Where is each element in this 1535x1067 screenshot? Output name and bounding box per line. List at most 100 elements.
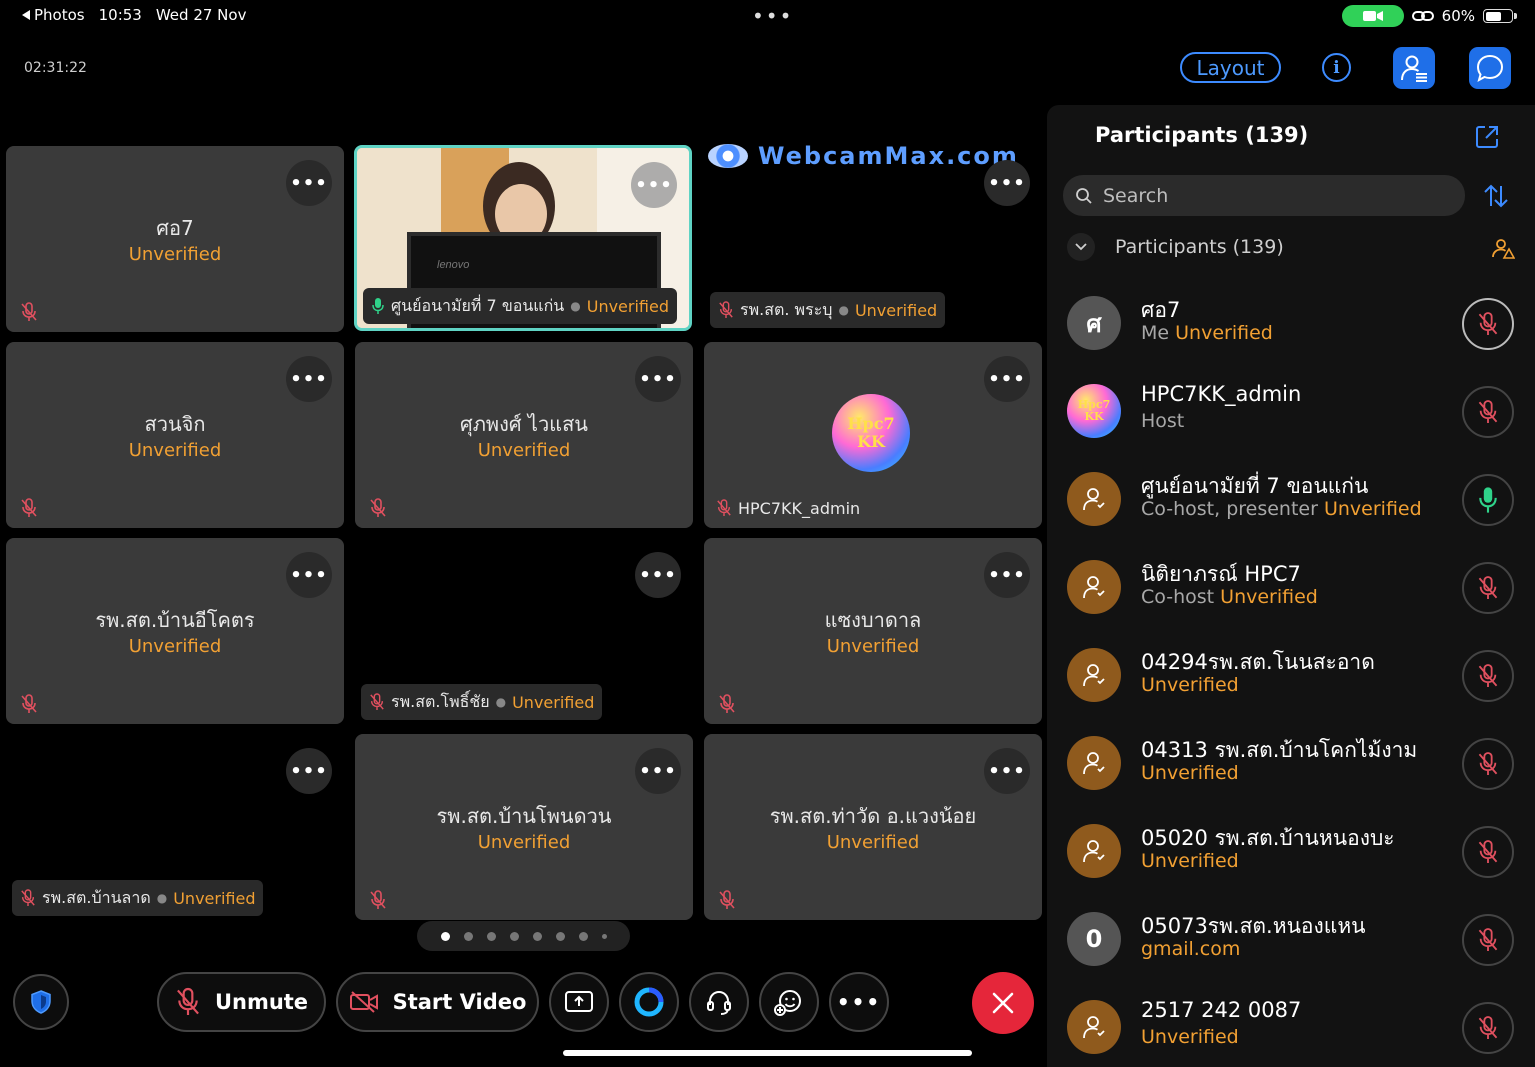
more-icon[interactable]: ••• — [984, 160, 1030, 206]
more-icon[interactable]: ••• — [635, 356, 681, 402]
end-call-icon — [992, 992, 1014, 1014]
share-icon — [565, 991, 593, 1012]
chat-button[interactable] — [1469, 47, 1511, 89]
more-icon[interactable]: ••• — [635, 748, 681, 794]
layout-button[interactable]: Layout — [1180, 52, 1281, 83]
participant-row[interactable]: 2517 242 0087 Unverified — [1047, 984, 1535, 1067]
multitasking-dots[interactable]: ••• — [752, 4, 793, 28]
more-icon[interactable]: ••• — [984, 552, 1030, 598]
page-dot[interactable] — [440, 931, 450, 941]
security-button[interactable] — [13, 974, 69, 1030]
participant-row[interactable]: นิติยาภรณ์ HPC7 Co-host Unverified — [1047, 544, 1535, 632]
participant-row[interactable]: 04294รพ.สต.โนนสะอาด Unverified — [1047, 632, 1535, 720]
tile-status: Unverified — [512, 692, 595, 712]
unmute-button[interactable]: Unmute — [157, 972, 326, 1032]
participant-row[interactable]: 05020 รพ.สต.บ้านหนองบะ Unverified — [1047, 808, 1535, 896]
page-dot[interactable] — [578, 931, 588, 941]
mute-toggle[interactable] — [1462, 650, 1514, 702]
participant-row[interactable]: 04313 รพ.สต.บ้านโคกไม้งาม Unverified — [1047, 720, 1535, 808]
video-tile[interactable]: แซงบาดาล Unverified ••• — [704, 538, 1042, 724]
page-dot[interactable] — [532, 931, 542, 941]
back-to-photos[interactable]: Photos — [22, 6, 85, 24]
unmute-label: Unmute — [214, 990, 309, 1014]
mute-toggle[interactable] — [1462, 738, 1514, 790]
home-indicator[interactable] — [563, 1050, 972, 1056]
mute-toggle[interactable] — [1462, 298, 1514, 350]
participant-name: HPC7KK_admin — [1141, 382, 1302, 406]
popout-icon[interactable] — [1473, 123, 1501, 151]
tile-name: HPC7KK_admin — [738, 498, 861, 518]
page-dot[interactable] — [463, 931, 473, 941]
video-tile[interactable]: รพ.สต.ท่าวัด อ.แวงน้อย Unverified ••• — [704, 734, 1042, 920]
video-off-icon — [349, 991, 378, 1013]
battery-percent: 60% — [1441, 7, 1475, 25]
page-indicator[interactable] — [417, 921, 630, 951]
more-icon[interactable]: ••• — [631, 162, 677, 208]
chat-icon — [1476, 54, 1504, 83]
video-tile[interactable]: ••• รพ.สต.โพธิ์ชัย ● Unverified — [355, 538, 693, 724]
participant-role: Unverified — [1141, 1026, 1239, 1048]
mic-off-icon — [21, 889, 35, 906]
page-dot[interactable] — [601, 933, 607, 939]
participant-row[interactable]: Hpc7 KK HPC7KK_admin Host — [1047, 368, 1535, 456]
video-tile[interactable]: Hpc7 KK ••• HPC7KK_admin — [704, 342, 1042, 528]
video-tile[interactable]: รพ.สต.บ้านโพนดวน Unverified ••• — [355, 734, 693, 920]
audio-button[interactable] — [689, 972, 749, 1032]
page-dot[interactable] — [509, 931, 519, 941]
page-dot[interactable] — [555, 931, 565, 941]
page-dot[interactable] — [486, 931, 496, 941]
mute-toggle[interactable] — [1462, 914, 1514, 966]
more-icon[interactable]: ••• — [286, 748, 332, 794]
sort-icon[interactable] — [1481, 181, 1511, 211]
info-icon[interactable]: i — [1322, 53, 1351, 82]
tile-status: Unverified — [128, 440, 222, 461]
video-tile[interactable]: ศุภพงศ์ ไวแสน Unverified ••• — [355, 342, 693, 528]
more-icon[interactable]: ••• — [984, 356, 1030, 402]
tile-status: Unverified — [477, 440, 571, 461]
share-button[interactable] — [549, 972, 609, 1032]
mic-off-icon — [1478, 664, 1498, 687]
tile-name-chip: รพ.สต.บ้านลาด ● Unverified — [12, 880, 264, 916]
mute-toggle[interactable] — [1462, 1002, 1514, 1054]
separator-dot: ● — [570, 299, 581, 313]
person-warning-icon[interactable] — [1491, 236, 1515, 260]
video-tile[interactable]: รพ.สต.บ้านอีโคตร Unverified ••• — [6, 538, 344, 724]
more-icon[interactable]: ••• — [286, 356, 332, 402]
more-icon[interactable]: ••• — [635, 552, 681, 598]
start-video-button[interactable]: Start Video — [336, 972, 539, 1032]
participant-row[interactable]: ศูนย์อนามัยที่ 7 ขอนแก่น Co-host, presen… — [1047, 456, 1535, 544]
mute-toggle[interactable] — [1462, 386, 1514, 438]
verification-status: Unverified — [1141, 762, 1239, 784]
participant-role: Me Unverified — [1141, 322, 1273, 344]
tile-name-chip: รพ.สต.โพธิ์ชัย ● Unverified — [361, 684, 603, 720]
webcammax-logo-icon — [708, 144, 748, 168]
participant-row[interactable]: 0 05073รพ.สต.หนองแหน gmail.com — [1047, 896, 1535, 984]
more-options-button[interactable]: ••• — [829, 972, 889, 1032]
more-icon[interactable]: ••• — [286, 552, 332, 598]
participants-button[interactable] — [1393, 47, 1435, 89]
ai-assistant-button[interactable] — [619, 972, 679, 1032]
video-tile[interactable]: สวนจิก Unverified ••• — [6, 342, 344, 528]
participant-row[interactable]: ศ ศอ7 Me Unverified — [1047, 280, 1535, 368]
mute-toggle[interactable] — [1462, 826, 1514, 878]
video-tile-active-speaker[interactable]: lenovo ••• ศูนย์อนามัยที่ 7 ขอนแก่น ● Un… — [354, 145, 692, 331]
video-tile[interactable]: WebcamMax.com ••• รพ.สต. พระบุ ● Unverif… — [704, 142, 1042, 332]
reactions-button[interactable] — [759, 972, 819, 1032]
mute-toggle[interactable] — [1462, 474, 1514, 526]
mic-off-icon — [1478, 928, 1498, 951]
participants-section-toggle[interactable]: Participants (139) — [1067, 233, 1284, 261]
headset-icon — [707, 990, 731, 1015]
video-tile[interactable]: ••• รพ.สต.บ้านลาด ● Unverified — [6, 734, 344, 920]
verification-status: Unverified — [1141, 850, 1239, 872]
leave-meeting-button[interactable] — [972, 972, 1034, 1034]
separator-dot: ● — [495, 695, 507, 709]
participants-panel: Participants (139) Search Participants (… — [1047, 105, 1535, 1067]
mute-toggle[interactable] — [1462, 562, 1514, 614]
svg-text:lenovo: lenovo — [437, 259, 469, 271]
avatar — [1067, 736, 1121, 790]
overlay-text: WebcamMax.com — [758, 142, 1019, 170]
more-icon[interactable]: ••• — [286, 160, 332, 206]
more-icon[interactable]: ••• — [984, 748, 1030, 794]
participant-search-input[interactable]: Search — [1063, 175, 1465, 216]
video-tile[interactable]: ศอ7 Unverified ••• — [6, 146, 344, 332]
